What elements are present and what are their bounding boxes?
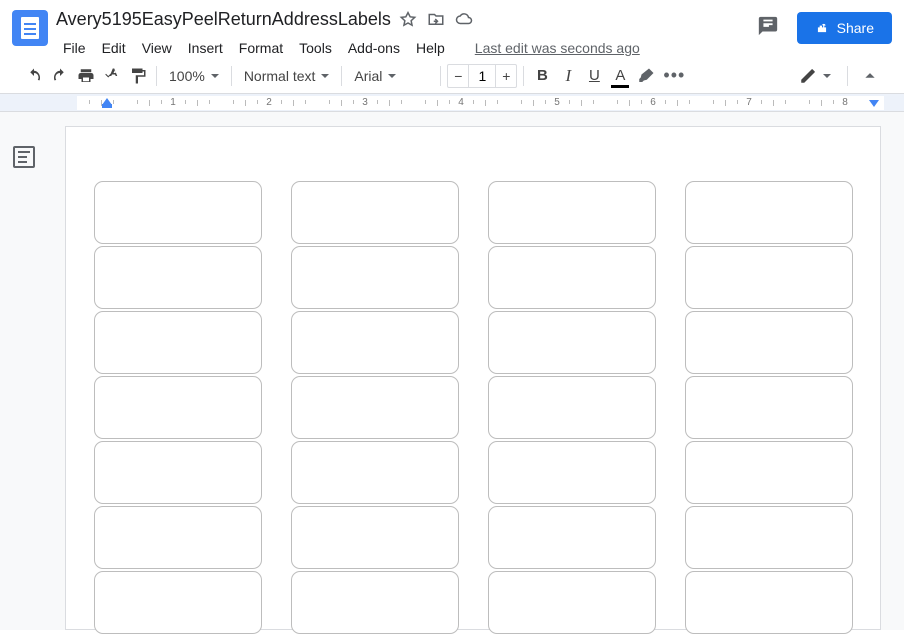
move-icon[interactable] [427,10,445,28]
share-button[interactable]: Share [797,12,892,44]
outline-panel [0,112,48,630]
left-indent-marker[interactable] [102,98,112,105]
underline-button[interactable]: U [582,63,606,89]
collapse-toolbar-button[interactable] [858,63,882,89]
header-center: Avery5195EasyPeelReturnAddressLabels Fil… [56,6,757,60]
label-cell[interactable] [291,376,459,439]
menu-file[interactable]: File [56,37,93,59]
more-button[interactable]: ••• [660,63,688,89]
menu-tools[interactable]: Tools [292,37,339,59]
bold-button[interactable]: B [530,63,554,89]
share-label: Share [837,20,874,36]
toolbar: 100% Normal text Arial − + B I U A ••• [0,58,904,94]
italic-button[interactable]: I [556,63,580,89]
document-area [0,112,904,630]
label-cell[interactable] [685,181,853,244]
print-button[interactable] [74,63,98,89]
label-cell[interactable] [291,311,459,374]
cloud-saved-icon[interactable] [455,10,473,28]
header-right: Share [757,12,892,44]
menu-insert[interactable]: Insert [181,37,230,59]
comments-icon[interactable] [757,15,779,42]
paint-format-button[interactable] [126,63,150,89]
label-cell[interactable] [94,376,262,439]
editing-mode-dropdown[interactable] [793,63,837,89]
menu-edit[interactable]: Edit [95,37,133,59]
ruler-number: 2 [266,97,272,108]
ruler-number: 7 [746,97,752,108]
ruler-number: 8 [842,97,848,108]
page-wrapper [48,112,904,630]
right-indent-marker[interactable] [869,100,879,107]
docs-logo[interactable] [12,10,48,46]
font-size-input[interactable] [468,65,496,87]
menubar: File Edit View Insert Format Tools Add-o… [56,36,757,60]
label-cell[interactable] [488,441,656,504]
label-cell[interactable] [94,246,262,309]
text-color-button[interactable]: A [608,63,632,89]
label-cell[interactable] [291,506,459,569]
label-cell[interactable] [94,571,262,634]
spellcheck-button[interactable] [100,63,124,89]
document-title[interactable]: Avery5195EasyPeelReturnAddressLabels [56,9,391,30]
label-grid [94,181,852,634]
ruler-number: 6 [650,97,656,108]
ruler-number: 1 [170,97,176,108]
label-cell[interactable] [685,246,853,309]
label-cell[interactable] [94,506,262,569]
label-cell[interactable] [291,181,459,244]
label-cell[interactable] [291,441,459,504]
zoom-value: 100% [169,68,205,84]
undo-button[interactable] [22,63,46,89]
label-cell[interactable] [94,441,262,504]
label-cell[interactable] [685,506,853,569]
ruler[interactable]: 1 2 3 4 5 6 7 8 [0,94,904,112]
menu-help[interactable]: Help [409,37,452,59]
outline-icon[interactable] [13,146,35,168]
highlight-button[interactable] [634,63,658,89]
label-cell[interactable] [94,181,262,244]
ruler-number: 3 [362,97,368,108]
ruler-number: 5 [554,97,560,108]
label-cell[interactable] [488,181,656,244]
redo-button[interactable] [48,63,72,89]
label-cell[interactable] [488,376,656,439]
label-cell[interactable] [291,571,459,634]
title-row: Avery5195EasyPeelReturnAddressLabels [56,6,757,32]
menu-view[interactable]: View [135,37,179,59]
font-value: Arial [354,68,382,84]
last-edit-status[interactable]: Last edit was seconds ago [468,37,647,59]
label-cell[interactable] [488,506,656,569]
header: Avery5195EasyPeelReturnAddressLabels Fil… [0,0,904,58]
label-cell[interactable] [94,311,262,374]
label-cell[interactable] [685,571,853,634]
style-dropdown[interactable]: Normal text [238,63,336,89]
font-dropdown[interactable]: Arial [348,63,434,89]
label-cell[interactable] [685,441,853,504]
font-size-group: − + [447,64,517,88]
star-icon[interactable] [399,10,417,28]
label-cell[interactable] [488,311,656,374]
page[interactable] [65,126,881,630]
font-size-increase[interactable]: + [496,65,516,87]
zoom-dropdown[interactable]: 100% [163,63,225,89]
label-cell[interactable] [291,246,459,309]
label-cell[interactable] [685,311,853,374]
label-cell[interactable] [488,571,656,634]
ruler-number: 4 [458,97,464,108]
font-size-decrease[interactable]: − [448,65,468,87]
label-cell[interactable] [488,246,656,309]
menu-addons[interactable]: Add-ons [341,37,407,59]
menu-format[interactable]: Format [232,37,290,59]
style-value: Normal text [244,68,316,84]
label-cell[interactable] [685,376,853,439]
